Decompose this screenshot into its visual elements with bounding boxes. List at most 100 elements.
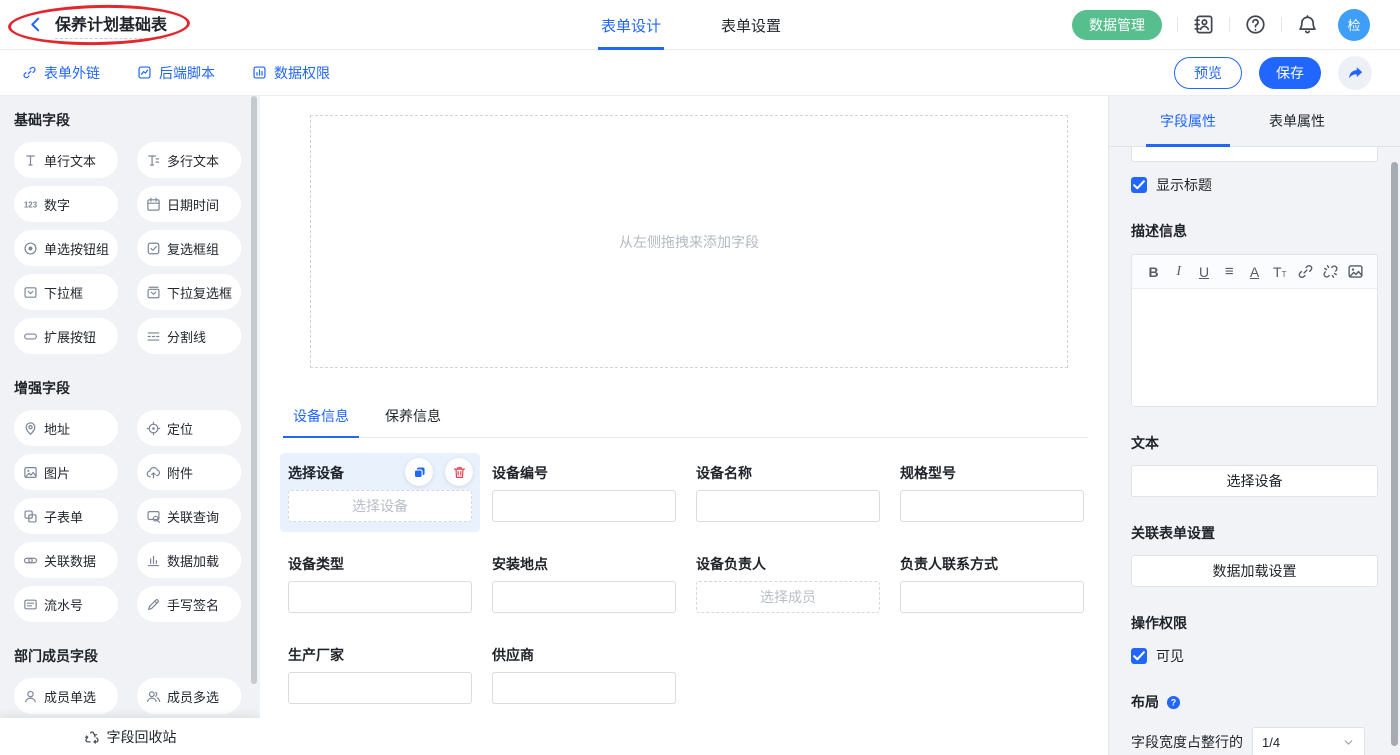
field-input[interactable] [900, 490, 1084, 522]
field-input[interactable] [492, 581, 676, 613]
form-field[interactable]: 设备编号 [484, 453, 684, 532]
field-pill[interactable]: 成员单选 [14, 678, 118, 714]
unlink-icon[interactable] [1322, 263, 1339, 280]
field-pill[interactable]: 123数字 [14, 186, 118, 222]
toolbar-link-link[interactable]: 表单外链 [22, 63, 100, 83]
show-title-checkbox[interactable] [1131, 177, 1147, 193]
bell-icon[interactable] [1297, 14, 1318, 35]
field-pill[interactable]: 多行文本 [137, 142, 241, 178]
tab-device-info[interactable]: 设备信息 [288, 398, 354, 437]
font-color-icon[interactable]: A [1246, 263, 1263, 280]
form-field[interactable]: 负责人联系方式 [892, 544, 1092, 623]
panel-scrollbar[interactable] [1391, 162, 1398, 746]
field-pill[interactable]: 关联数据 [14, 542, 118, 578]
field-pill[interactable]: 下拉框 [14, 274, 118, 310]
help-icon[interactable] [1245, 14, 1266, 35]
form-title[interactable]: 保养计划基础表 [55, 11, 167, 39]
field-pill[interactable]: 复选框组 [137, 230, 241, 266]
data-load-settings-button[interactable]: 数据加载设置 [1131, 555, 1378, 587]
lookup-icon [146, 509, 161, 524]
tab-form-settings[interactable]: 表单设置 [721, 0, 781, 50]
form-field[interactable]: 安装地点 [484, 544, 684, 623]
field-input[interactable] [288, 672, 472, 704]
contact-book-icon[interactable] [1193, 14, 1214, 35]
divider [1281, 17, 1282, 32]
field-input[interactable] [492, 672, 676, 704]
italic-icon[interactable]: I [1170, 263, 1187, 280]
delete-button[interactable] [445, 458, 473, 486]
field-width-select[interactable]: 1/4 [1252, 727, 1365, 755]
field-pill[interactable]: 成员多选 [137, 678, 241, 714]
field-pill[interactable]: 分割线 [137, 318, 241, 354]
field-pill-label: 多行文本 [167, 151, 219, 170]
field-input[interactable] [900, 581, 1084, 613]
tab-maintenance-info[interactable]: 保养信息 [380, 398, 446, 437]
image-icon[interactable] [1347, 263, 1364, 280]
field-pill[interactable]: 日期时间 [137, 186, 241, 222]
extend-button-icon [23, 329, 38, 344]
datetime-icon [146, 197, 161, 212]
properties-panel: 字段属性 表单属性 显示标题 描述信息 BIU≡ATT 文本 选择设备 关联表单… [1108, 96, 1400, 755]
form-field[interactable]: 规格型号 [892, 453, 1092, 532]
field-pill[interactable]: 图片 [14, 454, 118, 490]
select-device-setting-button[interactable]: 选择设备 [1131, 465, 1378, 497]
field-pill[interactable]: 下拉复选框 [137, 274, 241, 310]
data-manage-button[interactable]: 数据管理 [1072, 10, 1162, 40]
dropzone[interactable]: 从左侧拖拽来添加字段 [310, 115, 1068, 368]
share-button[interactable] [1338, 56, 1372, 90]
toolbar-link-script[interactable]: 后端脚本 [137, 63, 215, 83]
field-pill[interactable]: 流水号 [14, 586, 118, 622]
sidebar-scrollbar[interactable] [251, 96, 257, 684]
field-title-input-partial[interactable] [1131, 147, 1378, 162]
field-pill[interactable]: 单选按钮组 [14, 230, 118, 266]
field-input[interactable] [492, 490, 676, 522]
field-input[interactable] [696, 490, 880, 522]
back-icon[interactable] [27, 16, 44, 33]
field-pill[interactable]: 扩展按钮 [14, 318, 118, 354]
field-pill[interactable]: 单行文本 [14, 142, 118, 178]
bold-icon[interactable]: B [1145, 263, 1162, 280]
save-button[interactable]: 保存 [1259, 57, 1321, 89]
form-field[interactable]: 生产厂家 [280, 635, 480, 714]
toolbar-link-label: 数据权限 [274, 63, 330, 83]
rich-text-toolbar: BIU ≡ A TT [1132, 255, 1377, 289]
form-field[interactable]: 设备类型 [280, 544, 480, 623]
field-pill[interactable]: 子表单 [14, 498, 118, 534]
field-input[interactable]: 选择设备 [288, 490, 472, 522]
field-pill-label: 关联查询 [167, 507, 219, 526]
script-icon [137, 65, 152, 80]
panel-body: 显示标题 描述信息 BIU≡ATT 文本 选择设备 关联表单设置 数据加载设置 … [1109, 147, 1400, 755]
serial-icon [23, 597, 38, 612]
field-recycle-bin[interactable]: 字段回收站 [0, 718, 260, 755]
form-field[interactable]: 供应商 [484, 635, 684, 714]
link-icon[interactable] [1297, 263, 1314, 280]
form-field[interactable]: 设备名称 [688, 453, 888, 532]
form-field[interactable]: 设备负责人选择成员 [688, 544, 888, 623]
form-canvas: 从左侧拖拽来添加字段 设备信息 保养信息 选择设备选择设备设备编号设备名称规格型… [260, 96, 1108, 755]
field-input[interactable]: 选择成员 [696, 581, 880, 613]
field-pill[interactable]: 手写签名 [137, 586, 241, 622]
field-pill[interactable]: 定位 [137, 410, 241, 446]
underline-icon[interactable]: U [1196, 263, 1213, 280]
field-pill[interactable]: 附件 [137, 454, 241, 490]
toolbar-link-data-permission[interactable]: 数据权限 [252, 63, 330, 83]
font-size-icon[interactable]: TT [1271, 263, 1288, 280]
field-input[interactable] [288, 581, 472, 613]
field-pill[interactable]: 关联查询 [137, 498, 241, 534]
visible-checkbox[interactable] [1131, 648, 1147, 664]
field-pill[interactable]: 地址 [14, 410, 118, 446]
tab-form-properties[interactable]: 表单属性 [1269, 96, 1325, 146]
align-icon[interactable]: ≡ [1221, 263, 1238, 280]
tab-form-design[interactable]: 表单设计 [601, 0, 661, 50]
sidebar-field-grid: 地址 定位图片附件子表单 关联查询关联数据数据加载流水号手写签名 [14, 410, 260, 622]
tab-field-properties[interactable]: 字段属性 [1160, 96, 1216, 146]
preview-button[interactable]: 预览 [1174, 57, 1242, 89]
form-field-selected[interactable]: 选择设备选择设备 [280, 453, 480, 532]
field-pill-label: 定位 [167, 419, 193, 438]
question-icon[interactable]: ? [1166, 695, 1181, 710]
delete-icon [452, 465, 467, 480]
description-content[interactable] [1132, 289, 1377, 406]
avatar[interactable]: 检 [1338, 9, 1370, 41]
field-pill[interactable]: 数据加载 [137, 542, 241, 578]
copy-button[interactable] [405, 458, 433, 486]
